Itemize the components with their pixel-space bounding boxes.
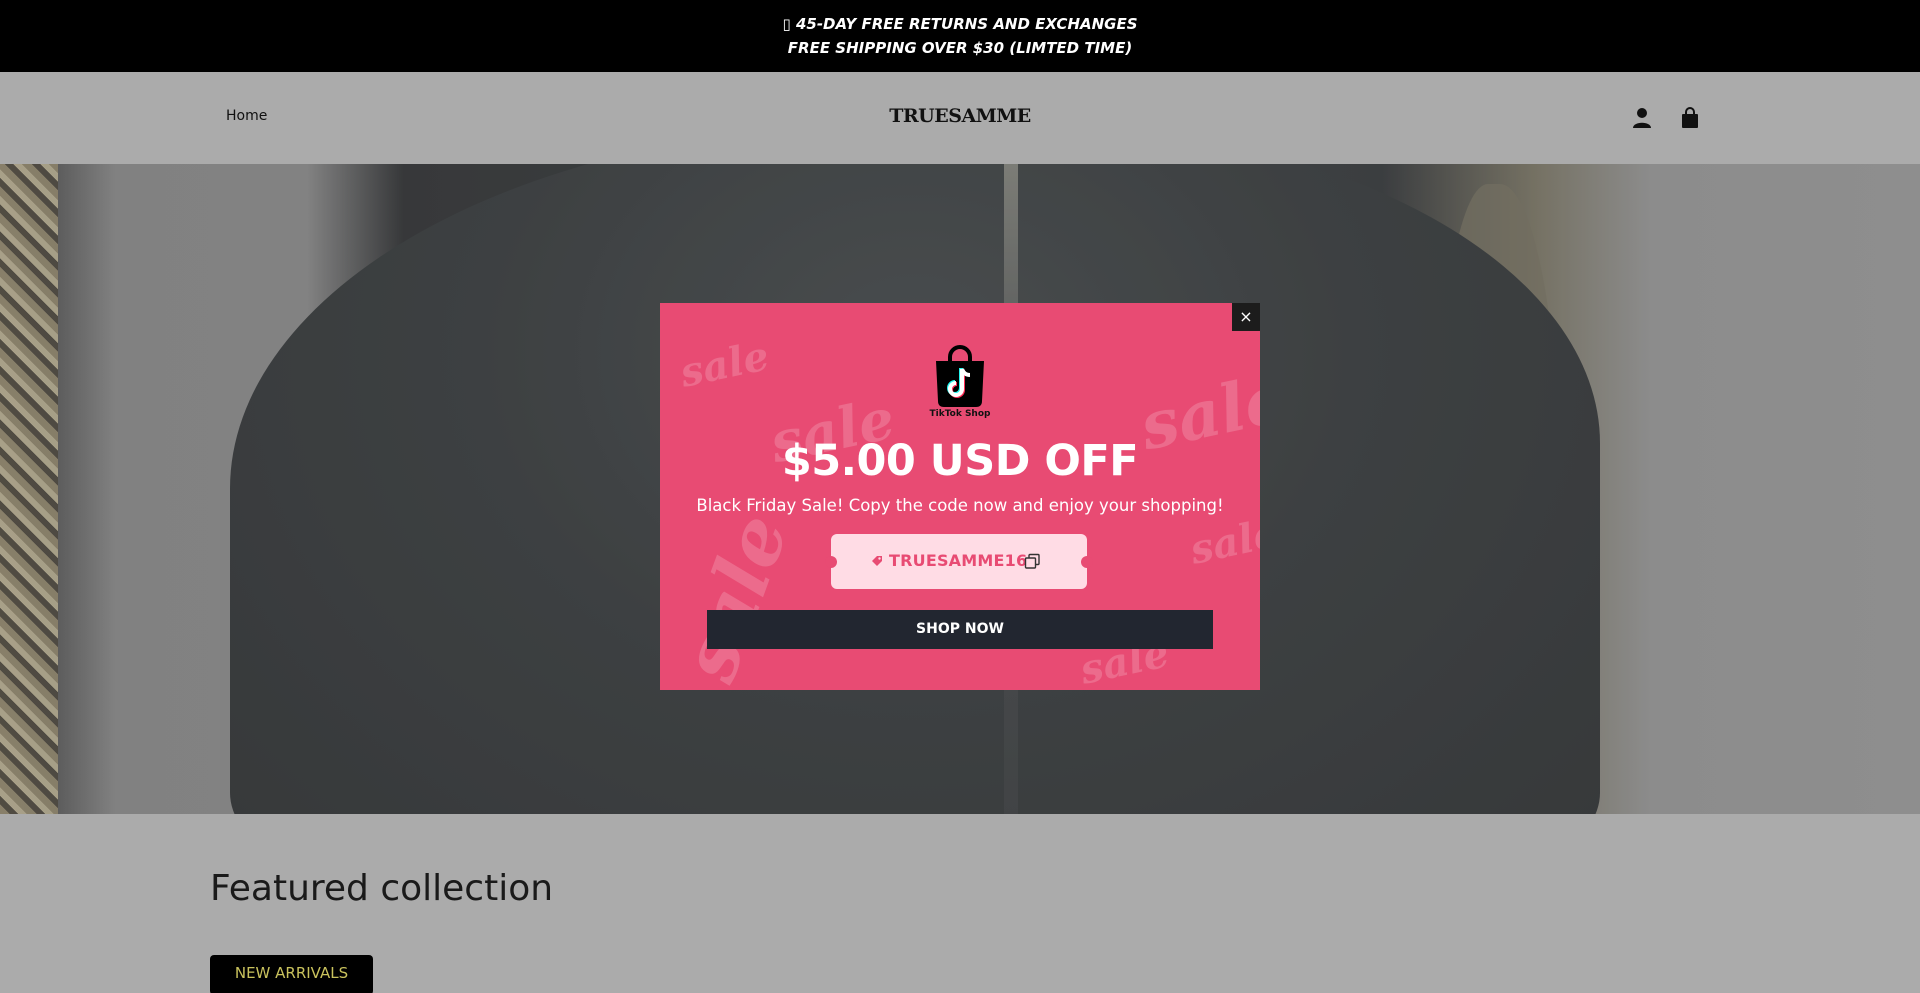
coupon-code: TRUESAMME16 — [889, 551, 1028, 570]
new-arrivals-button[interactable]: NEW ARRIVALS — [210, 955, 373, 993]
sale-watermark: sale — [1186, 509, 1260, 574]
tag-icon — [872, 556, 882, 566]
site-header: Home TRUESAMME — [0, 72, 1920, 164]
copy-icon[interactable] — [1024, 553, 1041, 570]
popup-subtitle: Black Friday Sale! Copy the code now and… — [696, 496, 1224, 515]
announcement-line-returns: ▯ 45-DAY FREE RETURNS AND EXCHANGES — [782, 15, 1138, 33]
discount-popup: sale sale sale sale sale sale × TikTok S… — [660, 303, 1260, 690]
announcement-bar: ▯ 45-DAY FREE RETURNS AND EXCHANGES FREE… — [0, 0, 1920, 72]
tiktok-shop-label: TikTok Shop — [929, 409, 991, 419]
sale-watermark: sale — [663, 502, 806, 690]
sale-watermark: sale — [676, 332, 774, 397]
featured-collection-title: Featured collection — [210, 868, 554, 909]
discount-amount: $5.00 USD OFF — [781, 436, 1139, 486]
coupon-code-box[interactable]: TRUESAMME16 — [825, 534, 1093, 589]
tiktok-shop-bag-icon — [936, 345, 984, 407]
close-icon[interactable]: × — [1232, 303, 1260, 331]
shopping-bag-icon[interactable] — [1678, 106, 1702, 130]
shop-now-button[interactable]: SHOP NOW — [707, 610, 1213, 649]
account-icon[interactable] — [1630, 106, 1654, 130]
announcement-line-shipping: FREE SHIPPING OVER $30 (LIMTED TIME) — [787, 39, 1133, 57]
